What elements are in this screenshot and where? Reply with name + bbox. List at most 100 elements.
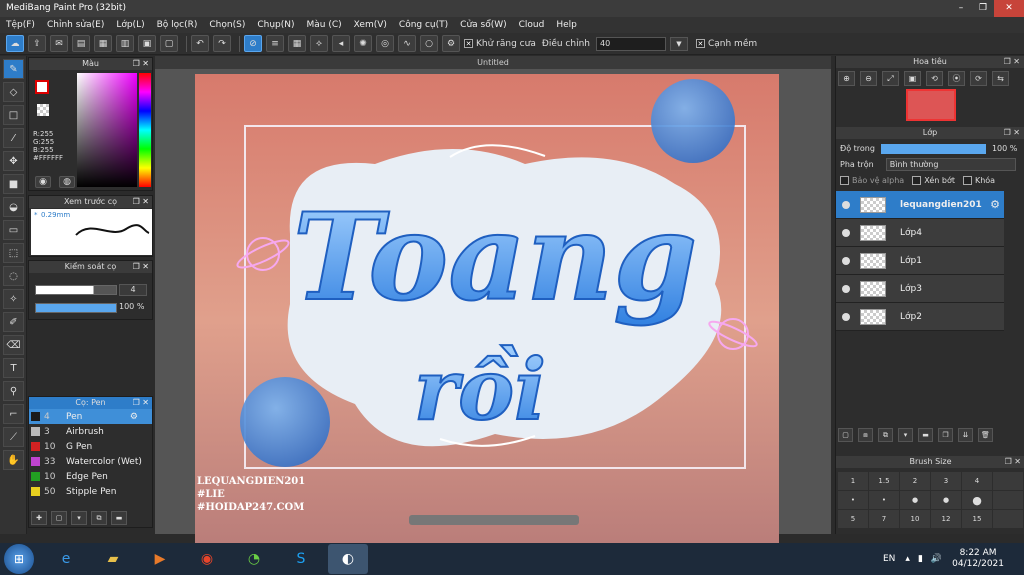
skype-icon[interactable]: S — [281, 544, 321, 574]
close-icon[interactable]: ❐ ✕ — [133, 196, 149, 208]
menu-tools[interactable]: Công cụ(T) — [393, 20, 454, 30]
chevron-down-icon[interactable]: ▼ — [669, 36, 688, 51]
select-tool-icon[interactable]: ⬚ — [3, 243, 24, 263]
maximize-button[interactable]: ❐ — [972, 0, 994, 17]
menu-window[interactable]: Cửa sổ(W) — [454, 20, 512, 30]
menu-file[interactable]: Tệp(F) — [0, 20, 41, 30]
canvas-icon[interactable]: ▢ — [160, 35, 178, 52]
eye-icon[interactable] — [842, 228, 850, 237]
brush-item[interactable]: 10 G Pen — [29, 439, 152, 454]
chrome-icon[interactable]: ◉ — [187, 544, 227, 574]
correction-input[interactable]: 40 — [595, 36, 666, 51]
network-icon[interactable]: ▮ — [918, 554, 923, 564]
undo-icon[interactable]: ↶ — [191, 35, 209, 52]
menu-color[interactable]: Màu (C) — [301, 20, 348, 30]
transparent-color-swatch[interactable] — [37, 104, 49, 116]
comment-icon[interactable]: ✉ — [50, 35, 68, 52]
duplicate-layer-icon[interactable]: ❐ — [938, 428, 953, 442]
ie-icon[interactable]: e — [46, 544, 86, 574]
eye-icon[interactable] — [842, 312, 850, 321]
layer-row[interactable]: lequangdien201 ⚙ — [836, 191, 1004, 219]
close-icon[interactable]: ❐ ✕ — [133, 397, 149, 409]
clipping-checkbox[interactable] — [912, 176, 922, 185]
snap-perspective-icon[interactable]: ◂ — [332, 35, 350, 52]
close-icon[interactable]: ❐ ✕ — [1004, 127, 1020, 139]
snap-radial-icon[interactable]: ✺ — [354, 35, 372, 52]
close-icon[interactable]: ❐ ✕ — [1004, 56, 1020, 68]
brush-copy-icon[interactable]: ⧉ — [91, 511, 107, 525]
document-tab[interactable]: Untitled — [155, 56, 831, 69]
redo-icon[interactable]: ↷ — [213, 35, 231, 52]
new-layer-icon[interactable]: ▢ — [838, 428, 853, 442]
file-explorer-icon[interactable]: ▰ — [93, 544, 133, 574]
hue-slider[interactable] — [139, 73, 151, 187]
menu-snap[interactable]: Chụp(N) — [251, 20, 300, 30]
snap-vanishing-icon[interactable]: ⟡ — [310, 35, 328, 52]
snap-concentric-icon[interactable]: ◎ — [376, 35, 394, 52]
brush-item[interactable]: 33 Watercolor (Wet) — [29, 454, 152, 469]
menu-view[interactable]: Xem(V) — [348, 20, 393, 30]
snap-parallel-icon[interactable]: ≡ — [266, 35, 284, 52]
brush-size-dot[interactable]: ● — [962, 491, 992, 509]
eye-icon[interactable] — [842, 284, 850, 293]
new-layer-8bit-icon[interactable]: ⧈ — [858, 428, 873, 442]
gear-icon[interactable]: ⚙ — [990, 198, 1000, 211]
brush-item[interactable]: 3 Airbrush — [29, 424, 152, 439]
flip-icon[interactable]: ⇆ — [992, 71, 1009, 86]
layer-row[interactable]: Lớp3 — [836, 275, 1004, 303]
navigator-thumbnail[interactable] — [906, 89, 956, 121]
windows-start-icon[interactable]: ⊞ — [4, 544, 34, 574]
document-icon[interactable]: ▦ — [94, 35, 112, 52]
brush-opacity-slider[interactable] — [35, 303, 117, 313]
saturation-value-picker[interactable] — [77, 73, 137, 187]
menu-select[interactable]: Chọn(S) — [203, 20, 251, 30]
lasso-tool-icon[interactable]: ◌ — [3, 266, 24, 286]
brush-menu-icon[interactable]: ▾ — [71, 511, 87, 525]
foreground-color-swatch[interactable] — [35, 80, 49, 94]
medibang-icon[interactable]: ◐ — [328, 544, 368, 574]
close-icon[interactable]: ❐ ✕ — [1005, 456, 1021, 468]
tray-arrow-icon[interactable]: ▴ — [905, 554, 910, 564]
rotate-left-icon[interactable]: ⟲ — [926, 71, 943, 86]
artwork-canvas[interactable]: Toang rồi LEQUANGDIEN201 #LIE #HOIDAP247… — [195, 74, 779, 567]
language-indicator[interactable]: EN — [883, 554, 895, 564]
brush-item[interactable]: 4 Pen ⚙ — [29, 409, 152, 424]
horizontal-scrollbar[interactable] — [409, 515, 579, 525]
fit-icon[interactable]: ⤢ — [882, 71, 899, 86]
snap-circle-icon[interactable]: ○ — [420, 35, 438, 52]
color-history-icon[interactable]: ◍ — [59, 176, 75, 188]
eyedropper-icon[interactable]: ⌐ — [3, 404, 24, 424]
close-button[interactable]: ✕ — [994, 0, 1024, 17]
hand-tool-icon[interactable]: ✋ — [3, 450, 24, 470]
snap-off-icon[interactable]: ⊘ — [244, 35, 262, 52]
antialias-checkbox[interactable]: ✕ — [464, 39, 473, 48]
fill-rect-tool-icon[interactable]: ■ — [3, 174, 24, 194]
move-tool-icon[interactable]: ✥ — [3, 151, 24, 171]
folder-icon[interactable]: ▬ — [111, 511, 127, 525]
palette-icon[interactable]: ◉ — [35, 176, 51, 188]
new-layer-1bit-icon[interactable]: ⧉ — [878, 428, 893, 442]
eye-icon[interactable] — [842, 256, 850, 265]
new-brush-icon[interactable]: ▢ — [51, 511, 67, 525]
lock-checkbox[interactable] — [962, 176, 972, 185]
protect-alpha-checkbox[interactable] — [840, 176, 849, 185]
settings-icon[interactable]: ⚙ — [442, 35, 460, 52]
menu-cloud[interactable]: Cloud — [513, 20, 551, 30]
brush-item[interactable]: 50 Stipple Pen — [29, 484, 152, 499]
brush-tool-icon[interactable]: ✎ — [3, 59, 24, 79]
rotate-reset-icon[interactable]: ⦿ — [948, 71, 965, 86]
eye-icon[interactable] — [842, 200, 850, 209]
bucket-tool-icon[interactable]: ◒ — [3, 197, 24, 217]
cloud-icon[interactable]: ☁ — [6, 35, 24, 52]
coccoc-icon[interactable]: ◔ — [234, 544, 274, 574]
minimize-button[interactable]: – — [950, 0, 972, 17]
eraser-tool-icon[interactable]: ◇ — [3, 82, 24, 102]
gear-icon[interactable]: ⚙ — [130, 412, 138, 422]
close-icon[interactable]: ❐ ✕ — [133, 261, 149, 273]
layer-row[interactable]: Lớp1 — [836, 247, 1004, 275]
layer-opacity-slider[interactable] — [880, 143, 986, 154]
dot-tool-icon[interactable]: ⁄ — [3, 128, 24, 148]
magic-wand-icon[interactable]: ✧ — [3, 289, 24, 309]
layout-icon[interactable]: ▣ — [138, 35, 156, 52]
snap-curve-icon[interactable]: ∿ — [398, 35, 416, 52]
